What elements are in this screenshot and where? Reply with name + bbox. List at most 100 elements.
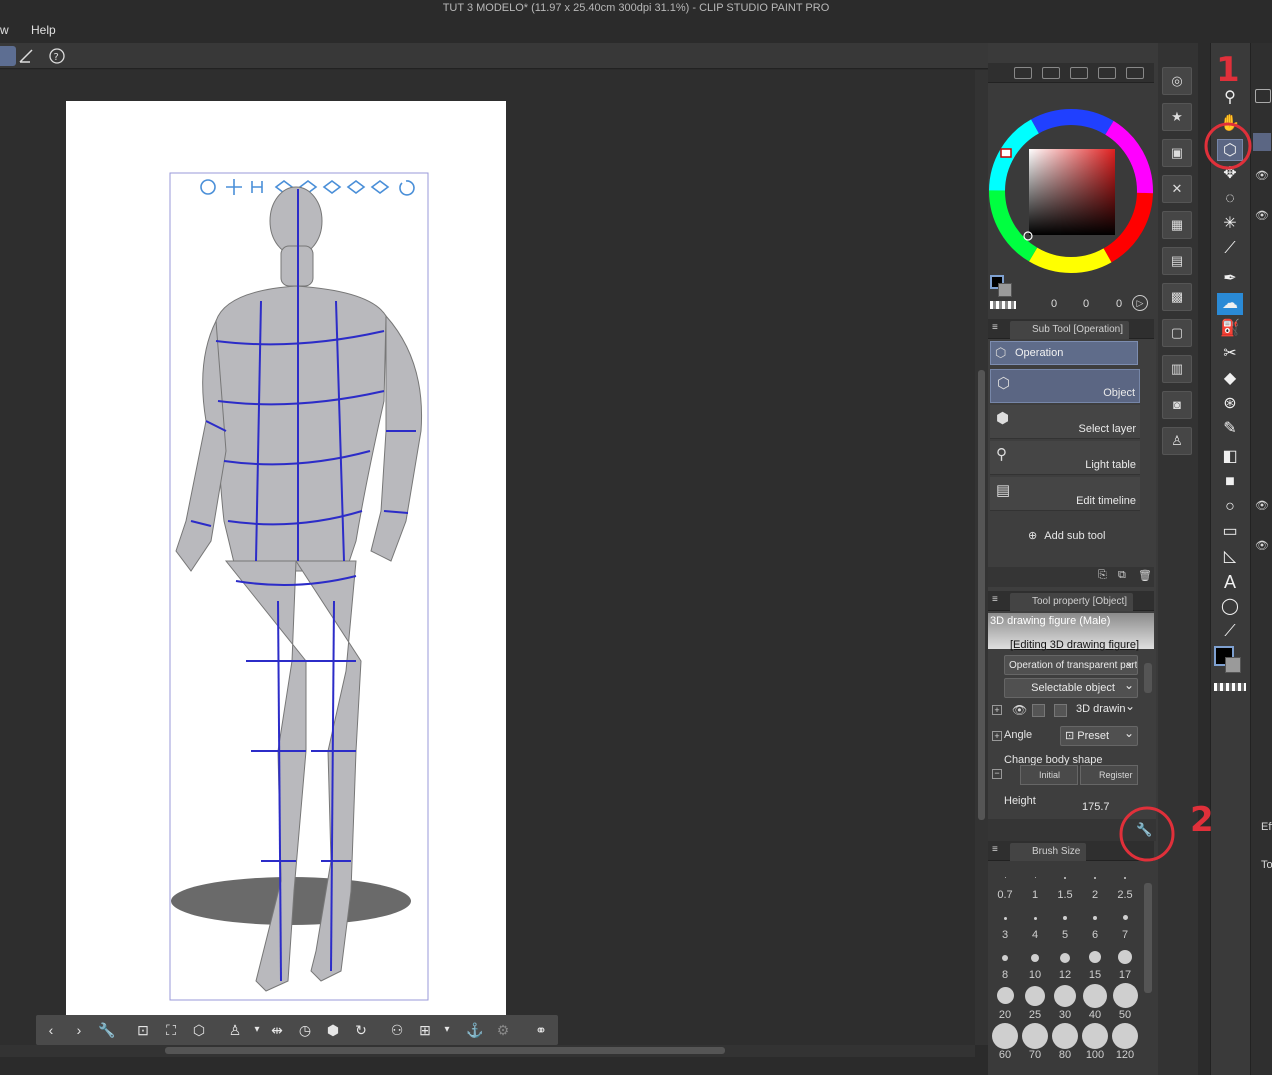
blend-icon[interactable]: ⊛ bbox=[1217, 393, 1243, 415]
material-3d-icon[interactable]: ▥ bbox=[1162, 355, 1192, 383]
eyedropper-icon[interactable]: ⟋ bbox=[1217, 238, 1243, 260]
material-icon[interactable]: ▦ bbox=[1162, 211, 1192, 239]
material-frame-icon[interactable]: ▢ bbox=[1162, 319, 1192, 347]
brush-size-cell[interactable]: 100 bbox=[1080, 1023, 1110, 1063]
material-image-icon[interactable]: ▤ bbox=[1162, 247, 1192, 275]
eye-icon[interactable]: 👁 bbox=[1255, 539, 1269, 552]
dropdown-icon[interactable]: ▾ bbox=[246, 1019, 268, 1041]
menu-icon[interactable]: ≡ bbox=[992, 844, 998, 855]
pen-ruler-icon[interactable] bbox=[16, 46, 38, 66]
play-icon[interactable]: ▷ bbox=[1132, 295, 1148, 311]
3d-figure-model[interactable] bbox=[66, 101, 506, 1045]
eye-icon[interactable]: 👁 bbox=[1255, 499, 1269, 512]
transparent-part-dropdown[interactable]: Operation of transparent part bbox=[1004, 655, 1138, 675]
trash-icon[interactable]: 🗑 bbox=[1138, 569, 1152, 582]
close-icon[interactable]: ✕ bbox=[1162, 175, 1192, 203]
dropdown-icon[interactable]: ▾ bbox=[436, 1019, 458, 1041]
add-sub-tool-button[interactable]: ⊕ Add sub tool bbox=[1028, 529, 1105, 545]
brush-size-cell[interactable]: 70 bbox=[1020, 1023, 1050, 1063]
navigator-icon[interactable]: ◎ bbox=[1162, 67, 1192, 95]
revolve-icon[interactable]: ↻ bbox=[350, 1019, 372, 1041]
color-wheel-tab-icon[interactable] bbox=[1014, 67, 1032, 79]
menu-icon[interactable]: ≡ bbox=[992, 594, 998, 605]
line-tool-icon[interactable]: ⟋ bbox=[1217, 621, 1243, 643]
brush-size-cell[interactable]: 120 bbox=[1110, 1023, 1140, 1063]
brush-size-cell[interactable]: 30 bbox=[1050, 983, 1080, 1023]
sub-tool-item-select-layer[interactable]: ⬢ Select layer bbox=[990, 405, 1140, 439]
fill-icon[interactable]: ◧ bbox=[1217, 446, 1243, 468]
balloon-icon[interactable]: ◯ bbox=[1217, 596, 1243, 618]
figure-add-icon[interactable]: ♙ bbox=[224, 1019, 246, 1041]
transparent-color-swatch[interactable] bbox=[1214, 683, 1246, 691]
eraser-icon[interactable]: ◆ bbox=[1217, 368, 1243, 390]
register-icon[interactable]: ⚙ bbox=[492, 1019, 514, 1041]
brush-size-cell[interactable]: 1 bbox=[1020, 863, 1050, 903]
brush-size-cell[interactable]: 1.5 bbox=[1050, 863, 1080, 903]
canvas-horizontal-scrollbar[interactable] bbox=[0, 1045, 975, 1057]
expand-icon[interactable]: + bbox=[992, 731, 1002, 741]
body-shape-icon[interactable]: ⚭ bbox=[530, 1019, 552, 1041]
text-icon[interactable]: A bbox=[1217, 571, 1243, 593]
material-pose-icon[interactable]: ♙ bbox=[1162, 427, 1192, 455]
transparent-color-swatch[interactable] bbox=[990, 301, 1016, 309]
eye-icon[interactable]: 👁 bbox=[1012, 703, 1027, 717]
pose-icon[interactable]: ⊞ bbox=[414, 1019, 436, 1041]
cube-icon[interactable]: ⬡ bbox=[188, 1019, 210, 1041]
pose-add-icon[interactable]: ⚇ bbox=[386, 1019, 408, 1041]
layer-checkbox[interactable] bbox=[1032, 704, 1045, 717]
ground-icon[interactable]: ⚓ bbox=[464, 1019, 486, 1041]
color-set-tab-icon[interactable] bbox=[1070, 67, 1088, 79]
chevron-left-icon[interactable]: ‹ bbox=[40, 1019, 62, 1041]
wrench-icon[interactable]: 🔧 bbox=[96, 1019, 118, 1041]
register-body-button[interactable]: Register bbox=[1080, 765, 1138, 785]
brush-size-cell[interactable]: 60 bbox=[990, 1023, 1020, 1063]
brush-size-tab[interactable]: Brush Size bbox=[1010, 843, 1087, 861]
sub-tool-item-light-table[interactable]: ⚲ Light table bbox=[990, 441, 1140, 475]
material-camera-icon[interactable]: ◙ bbox=[1162, 391, 1192, 419]
pen-icon[interactable]: ✒ bbox=[1217, 268, 1243, 290]
ruler-icon[interactable]: ◺ bbox=[1217, 546, 1243, 568]
brush-size-scrollbar[interactable] bbox=[1144, 883, 1152, 993]
selected-tool-icon[interactable] bbox=[0, 46, 16, 66]
rotate-icon[interactable]: ◷ bbox=[294, 1019, 316, 1041]
canvas-paper[interactable] bbox=[66, 101, 506, 1045]
menu-item-help[interactable]: Help bbox=[31, 23, 56, 37]
brush-size-cell[interactable]: 6 bbox=[1080, 903, 1110, 943]
brush-size-cell[interactable]: 80 bbox=[1050, 1023, 1080, 1063]
tool-property-tab[interactable]: Tool property [Object] bbox=[1010, 593, 1134, 611]
brush-size-cell[interactable]: 12 bbox=[1050, 943, 1080, 983]
root-icon[interactable]: ⬢ bbox=[322, 1019, 344, 1041]
sub-color-swatch[interactable] bbox=[1225, 657, 1241, 673]
sub-tool-item-object[interactable]: ⬡ Object bbox=[990, 369, 1140, 403]
layer-checkbox[interactable] bbox=[1054, 704, 1067, 717]
magic-wand-icon[interactable]: ✳ bbox=[1217, 213, 1243, 235]
frame-border-icon[interactable]: ▭ bbox=[1217, 521, 1243, 543]
copy-icon[interactable]: ⎘ bbox=[1098, 569, 1107, 582]
brush-size-cell[interactable]: 3 bbox=[990, 903, 1020, 943]
brush-size-cell[interactable]: 40 bbox=[1080, 983, 1110, 1023]
brush-size-cell[interactable]: 8 bbox=[990, 943, 1020, 983]
layer-dropdown[interactable]: 3D drawin bbox=[1072, 700, 1138, 720]
color-approx-tab-icon[interactable] bbox=[1126, 67, 1144, 79]
brush-size-cell[interactable]: 7 bbox=[1110, 903, 1140, 943]
menu-item-window[interactable]: w bbox=[0, 23, 9, 37]
brush-size-cell[interactable]: 5 bbox=[1050, 903, 1080, 943]
menu-icon[interactable]: ≡ bbox=[992, 322, 998, 333]
brush-size-cell[interactable]: 4 bbox=[1020, 903, 1050, 943]
layer-property-icon[interactable]: ▣ bbox=[1162, 139, 1192, 167]
brush-size-cell[interactable]: 25 bbox=[1020, 983, 1050, 1023]
color-slider-tab-icon[interactable] bbox=[1042, 67, 1060, 79]
height-value[interactable]: 175.7 bbox=[1082, 801, 1110, 813]
material-pattern-icon[interactable]: ▩ bbox=[1162, 283, 1192, 311]
sub-tool-item-edit-timeline[interactable]: ▤ Edit timeline bbox=[990, 477, 1140, 511]
sub-tool-group-operation[interactable]: ⬡ Operation bbox=[990, 341, 1138, 365]
figure-icon[interactable]: ○ bbox=[1217, 496, 1243, 518]
canvas-vertical-scrollbar[interactable] bbox=[975, 70, 988, 1045]
flip-icon[interactable]: ⇹ bbox=[266, 1019, 288, 1041]
decoration-icon[interactable]: ✂ bbox=[1217, 343, 1243, 365]
brush-size-cell[interactable]: 0.7 bbox=[990, 863, 1020, 903]
brush-size-cell[interactable]: 17 bbox=[1110, 943, 1140, 983]
initial-body-button[interactable]: Initial bod bbox=[1020, 765, 1078, 785]
brush-size-cell[interactable]: 20 bbox=[990, 983, 1020, 1023]
brush-size-cell[interactable]: 50 bbox=[1110, 983, 1140, 1023]
